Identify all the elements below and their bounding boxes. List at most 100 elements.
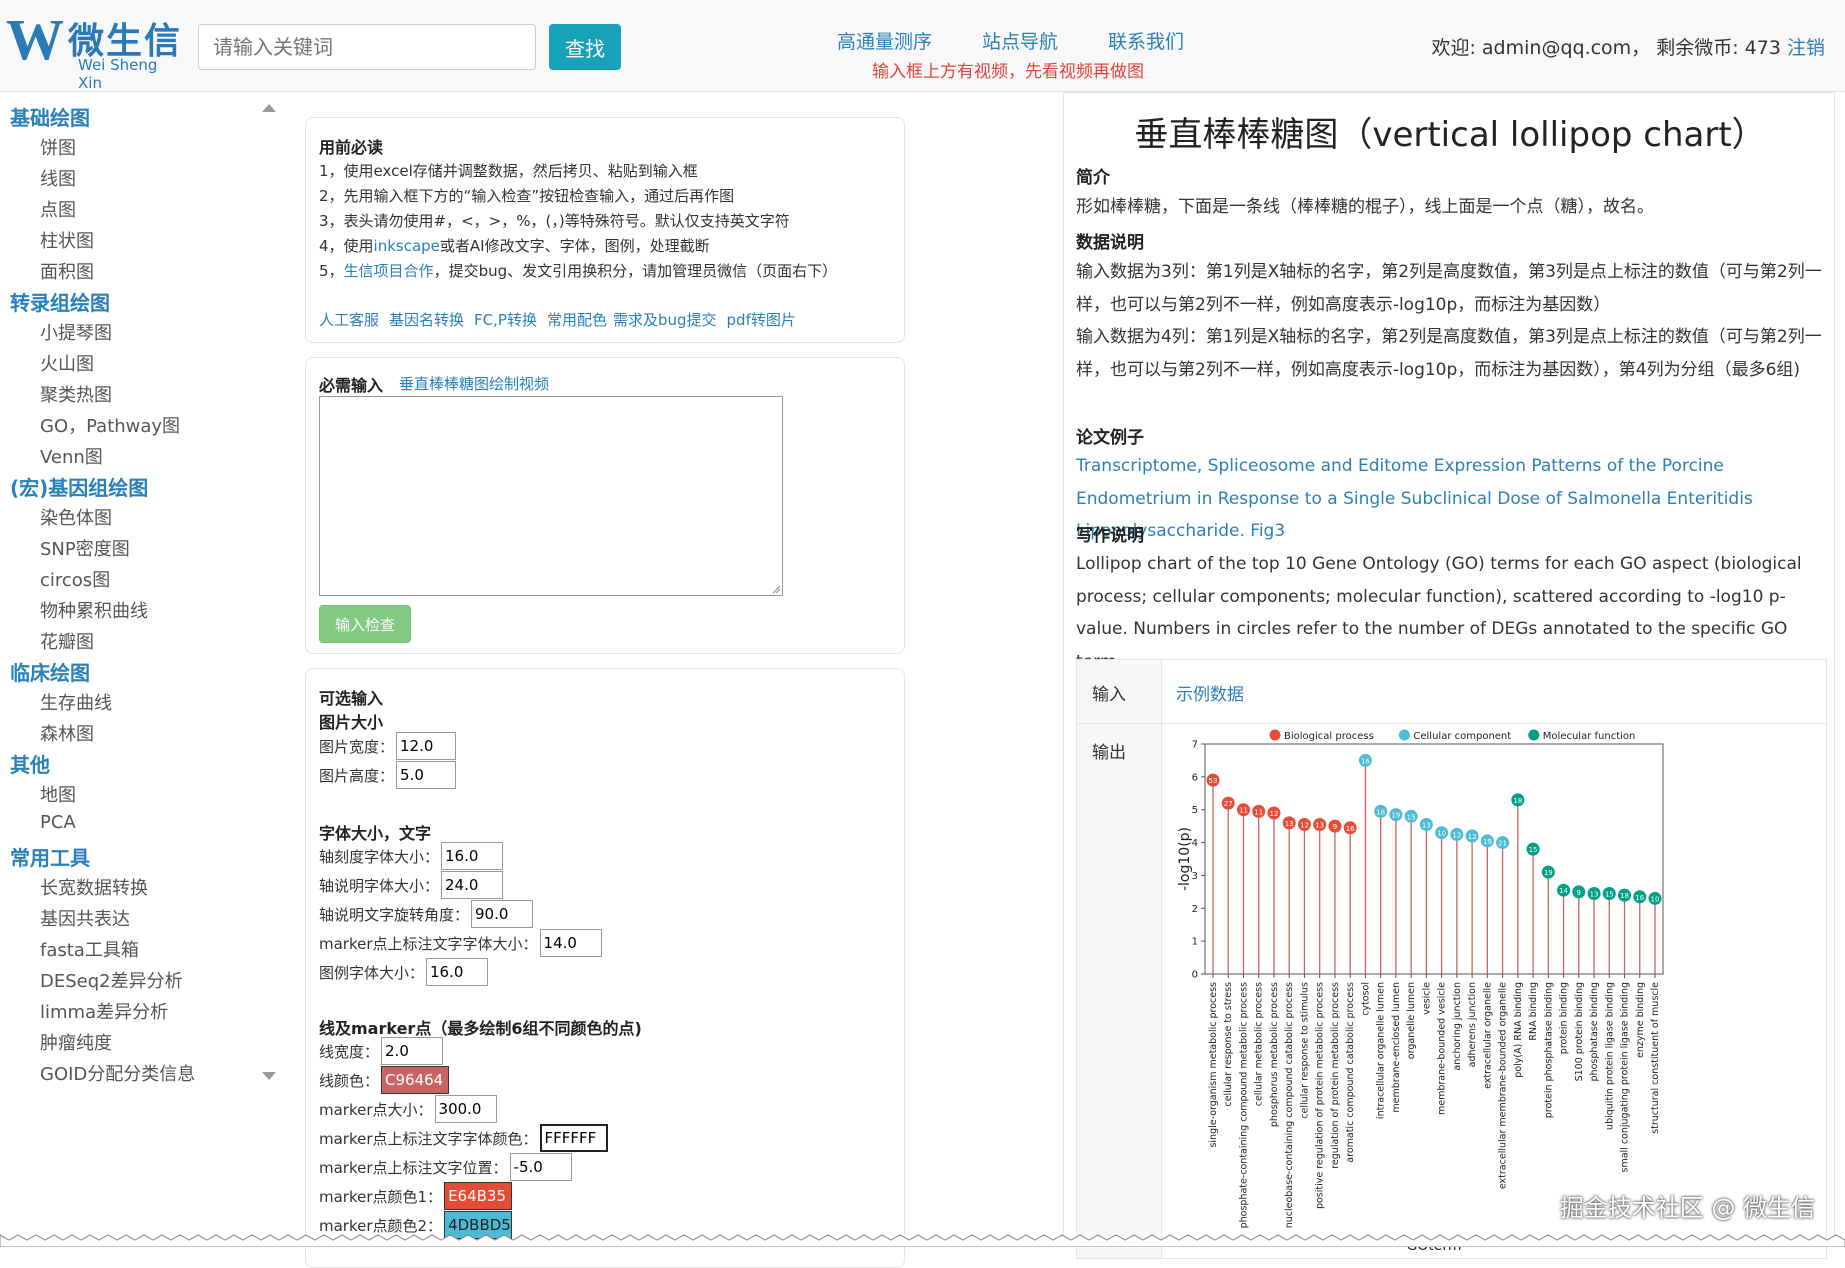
marker-label: 12 bbox=[1468, 833, 1477, 841]
inkscape-link[interactable]: inkscape bbox=[374, 237, 440, 255]
sidebar-item-petal[interactable]: 花瓣图 bbox=[40, 628, 94, 654]
sidebar-item-map[interactable]: 地图 bbox=[40, 781, 76, 807]
sidebar-item-snp-density[interactable]: SNP密度图 bbox=[40, 535, 130, 561]
sidebar-group-tools[interactable]: 常用工具 bbox=[10, 842, 90, 871]
marker-label: 12 bbox=[1300, 822, 1309, 830]
search-input[interactable] bbox=[198, 24, 536, 70]
x-tick-label: extracellular organelle bbox=[1482, 982, 1493, 1089]
sidebar-item-deseq2[interactable]: DESeq2差异分析 bbox=[40, 967, 183, 993]
x-tick-label: phosphate-containing compound metabolic … bbox=[1238, 982, 1249, 1228]
sidebar-item-go-pathway[interactable]: GO，Pathway图 bbox=[40, 412, 180, 438]
sidebar-item-long-wide[interactable]: 长宽数据转换 bbox=[40, 874, 148, 900]
data-desc-text-2: 输入数据为4列：第1列是X轴标的名字，第2列是高度数值，第3列是点上标注的数值（… bbox=[1076, 327, 1822, 380]
line-width-input[interactable]: 2.0 bbox=[381, 1037, 444, 1065]
sidebar-item-chromosome[interactable]: 染色体图 bbox=[40, 504, 112, 530]
sidebar-item-fasta[interactable]: fasta工具箱 bbox=[40, 936, 139, 962]
x-tick-label: adherens junction bbox=[1467, 982, 1478, 1067]
x-tick-label: single-organism metabolic process bbox=[1208, 982, 1219, 1148]
rotate-input[interactable]: 90.0 bbox=[471, 900, 534, 928]
sidebar-item-accumulation[interactable]: 物种累积曲线 bbox=[40, 597, 148, 623]
search-button[interactable]: 查找 bbox=[549, 24, 621, 70]
link-palette[interactable]: 常用配色 bbox=[547, 311, 607, 329]
line-width-row: 线宽度： 2.0 bbox=[319, 1037, 444, 1065]
legend-marker bbox=[1269, 729, 1281, 741]
x-tick-label: positive regulation of protein metabolic… bbox=[1315, 982, 1326, 1209]
sidebar-item-dot[interactable]: 点图 bbox=[40, 196, 76, 222]
sidebar-item-goid[interactable]: GOID分配分类信息 bbox=[40, 1060, 195, 1086]
marker-font-input[interactable]: 14.0 bbox=[539, 929, 602, 957]
project-cooperation-link[interactable]: 生信项目合作 bbox=[344, 262, 434, 280]
link-customer-service[interactable]: 人工客服 bbox=[319, 311, 379, 329]
width-input[interactable]: 12.0 bbox=[396, 732, 457, 760]
sidebar-item-survival[interactable]: 生存曲线 bbox=[40, 689, 112, 715]
rotate-row: 轴说明文字旋转角度： 90.0 bbox=[319, 900, 534, 928]
link-fc-p[interactable]: FC,P转换 bbox=[474, 311, 537, 329]
marker-label: 18 bbox=[1620, 892, 1629, 900]
sidebar-item-pie[interactable]: 饼图 bbox=[40, 134, 76, 160]
required-title: 必需输入 bbox=[319, 376, 384, 395]
marker-label: 21 bbox=[1498, 840, 1507, 848]
sidebar-item-circos[interactable]: circos图 bbox=[40, 566, 110, 592]
x-tick-label: small conjugating protein ligase binding bbox=[1620, 982, 1631, 1172]
site-logo[interactable]: W 微生信 Wei Sheng Xin bbox=[6, 7, 186, 93]
video-link[interactable]: 垂直棒棒糖图绘制视频 bbox=[399, 373, 549, 394]
sidebar-item-heatmap[interactable]: 聚类热图 bbox=[40, 381, 112, 407]
sidebar-item-volcano[interactable]: 火山图 bbox=[40, 350, 94, 376]
sidebar-item-area[interactable]: 面积图 bbox=[40, 258, 94, 284]
sidebar-item-purity[interactable]: 肿瘤纯度 bbox=[40, 1029, 112, 1055]
y-tick-label: 1 bbox=[1192, 937, 1198, 948]
logout-link[interactable]: 注销 bbox=[1787, 37, 1825, 59]
marker-color1-input[interactable]: E64B35 bbox=[444, 1182, 513, 1210]
input-check-button[interactable]: 输入检查 bbox=[319, 605, 411, 643]
sidebar-group-other[interactable]: 其他 bbox=[10, 749, 50, 778]
sidebar-item-forest[interactable]: 森林图 bbox=[40, 720, 94, 746]
sidebar-item-venn[interactable]: Venn图 bbox=[40, 443, 103, 469]
x-tick-label: cellular response to stimulus bbox=[1299, 982, 1310, 1119]
x-tick-label: cellular metabolic process bbox=[1254, 982, 1265, 1106]
nav-sequencing[interactable]: 高通量测序 bbox=[837, 27, 932, 54]
nav-site-map[interactable]: 站点导航 bbox=[982, 27, 1058, 54]
link-bug-submit[interactable]: 需求及bug提交 bbox=[613, 311, 717, 329]
sidebar: 基础绘图 饼图 线图 点图 柱状图 面积图 转录组绘图 小提琴图 火山图 聚类热… bbox=[0, 92, 285, 1247]
input-label: 输入 bbox=[1077, 660, 1162, 723]
sidebar-group-genome[interactable]: (宏)基因组绘图 bbox=[10, 472, 148, 501]
sidebar-item-limma[interactable]: limma差异分析 bbox=[40, 998, 168, 1024]
nav-contact[interactable]: 联系我们 bbox=[1108, 27, 1184, 54]
x-tick-label: cytosol bbox=[1360, 982, 1371, 1016]
marker-size-input[interactable]: 300.0 bbox=[434, 1095, 497, 1123]
sidebar-item-line[interactable]: 线图 bbox=[40, 165, 76, 191]
line-color-input[interactable]: C96464 bbox=[381, 1066, 450, 1094]
usage-line-3: 3，表头请勿使用#，<，>，%，(，)等特殊符号。默认仅支持英文字符 bbox=[319, 212, 790, 230]
example-data-link[interactable]: 示例数据 bbox=[1176, 680, 1244, 705]
sidebar-group-transcriptome[interactable]: 转录组绘图 bbox=[10, 287, 110, 316]
legend-label: Molecular function bbox=[1543, 731, 1636, 742]
axis-font-input[interactable]: 24.0 bbox=[441, 871, 504, 899]
x-tick-label: ubiquitin protein ligase binding bbox=[1604, 982, 1615, 1130]
x-tick-label: intracellular organelle lumen bbox=[1376, 982, 1387, 1119]
marker-text-color-input[interactable]: FFFFFF bbox=[539, 1124, 608, 1152]
required-input-panel: 必需输入 垂直棒棒糖图绘制视频 输入检查 bbox=[305, 357, 905, 654]
resize-handle-icon[interactable] bbox=[771, 584, 781, 594]
scroll-up-arrow-icon[interactable] bbox=[262, 104, 276, 112]
sidebar-group-clinical[interactable]: 临床绘图 bbox=[10, 657, 90, 686]
marker-text-pos-input[interactable]: -5.0 bbox=[509, 1153, 572, 1181]
sidebar-item-bar[interactable]: 柱状图 bbox=[40, 227, 94, 253]
tick-font-input[interactable]: 16.0 bbox=[441, 842, 504, 870]
sidebar-item-coexpression[interactable]: 基因共表达 bbox=[40, 905, 130, 931]
x-tick-label: cellular response to stress bbox=[1223, 982, 1234, 1107]
sidebar-item-violin[interactable]: 小提琴图 bbox=[40, 319, 112, 345]
sidebar-item-pca[interactable]: PCA bbox=[40, 812, 76, 833]
marker-label: 19 bbox=[1544, 869, 1553, 877]
scroll-down-arrow-icon[interactable] bbox=[262, 1072, 276, 1080]
intro-text: 形如棒棒糖，下面是一条线（棒棒糖的棍子），线上面是一个点（糖），故名。 bbox=[1076, 197, 1654, 217]
paper-link[interactable]: Transcriptome, Spliceosome and Editome E… bbox=[1076, 450, 1826, 548]
link-gene-name[interactable]: 基因名转换 bbox=[389, 311, 464, 329]
legend-font-input[interactable]: 16.0 bbox=[426, 958, 489, 986]
logo-mark: W bbox=[6, 7, 64, 72]
data-input-textarea[interactable] bbox=[319, 396, 783, 596]
y-tick-label: 6 bbox=[1192, 772, 1198, 783]
height-input[interactable]: 5.0 bbox=[396, 761, 457, 789]
usage-title: 用前必读 bbox=[319, 138, 384, 157]
link-pdf-to-image[interactable]: pdf转图片 bbox=[727, 311, 796, 329]
sidebar-group-basic[interactable]: 基础绘图 bbox=[10, 102, 90, 131]
